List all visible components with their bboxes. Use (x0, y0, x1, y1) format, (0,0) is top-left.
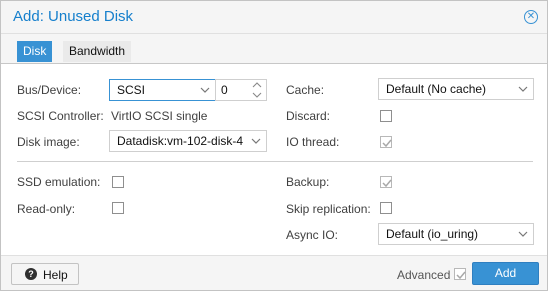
scsi-controller-label: SCSI Controller: (17, 109, 104, 123)
read-only-checkbox[interactable] (112, 202, 124, 214)
cache-label: Cache: (286, 83, 325, 97)
backup-checkbox[interactable] (380, 176, 392, 188)
device-number-value: 0 (221, 83, 228, 97)
device-number-spinner[interactable]: 0 (215, 79, 267, 101)
chevron-down-icon[interactable] (195, 80, 215, 100)
checkmark-icon (382, 179, 392, 188)
section-separator (17, 161, 533, 162)
checkmark-icon (382, 139, 392, 148)
dialog-titlebar: Add: Unused Disk ✕ (1, 1, 547, 34)
async-io-label: Async IO: (286, 228, 339, 242)
tab-bandwidth[interactable]: Bandwidth (63, 41, 132, 62)
bus-device-label: Bus/Device: (17, 83, 82, 97)
discard-label: Discard: (286, 109, 331, 123)
tab-disk[interactable]: Disk (17, 41, 53, 62)
question-icon: ? (25, 268, 37, 280)
skip-replication-label: Skip replication: (286, 202, 371, 216)
chevron-down-icon[interactable] (513, 79, 533, 99)
backup-label: Backup: (286, 175, 330, 189)
disk-image-label: Disk image: (17, 135, 80, 149)
disk-image-select[interactable]: Datadisk:vm-102-disk-4 (109, 130, 267, 152)
tab-bar: Disk Bandwidth (1, 34, 547, 64)
help-button[interactable]: ? Help (11, 263, 79, 285)
discard-checkbox[interactable] (380, 110, 392, 122)
chevron-down-icon[interactable] (513, 224, 533, 244)
disk-image-value: Datadisk:vm-102-disk-4 (117, 134, 244, 148)
advanced-label: Advanced (397, 268, 451, 282)
async-io-value: Default (io_uring) (386, 227, 479, 241)
close-icon[interactable]: ✕ (524, 10, 538, 24)
cache-select[interactable]: Default (No cache) (378, 78, 534, 100)
dialog-footer: ? Help Advanced Add (1, 255, 547, 290)
advanced-checkbox[interactable] (454, 268, 466, 280)
io-thread-label: IO thread: (286, 135, 340, 149)
help-button-label: Help (43, 268, 68, 282)
bus-select-value: SCSI (117, 83, 146, 97)
checkmark-icon (456, 271, 466, 280)
ssd-emulation-label: SSD emulation: (17, 175, 101, 189)
scsi-controller-value: VirtIO SCSI single (111, 109, 208, 123)
add-button[interactable]: Add (472, 262, 539, 285)
cache-value: Default (No cache) (386, 82, 487, 96)
bus-select[interactable]: SCSI (109, 79, 216, 101)
async-io-select[interactable]: Default (io_uring) (378, 223, 534, 245)
chevron-down-icon[interactable] (246, 131, 266, 151)
ssd-emulation-checkbox[interactable] (112, 176, 124, 188)
add-disk-dialog: Add: Unused Disk ✕ Disk Bandwidth Bus/De… (0, 0, 548, 291)
dialog-title: Add: Unused Disk (13, 8, 134, 25)
skip-replication-checkbox[interactable] (380, 202, 392, 214)
read-only-label: Read-only: (17, 202, 76, 216)
io-thread-checkbox[interactable] (380, 136, 392, 148)
spinner-arrows-icon[interactable] (250, 81, 264, 99)
